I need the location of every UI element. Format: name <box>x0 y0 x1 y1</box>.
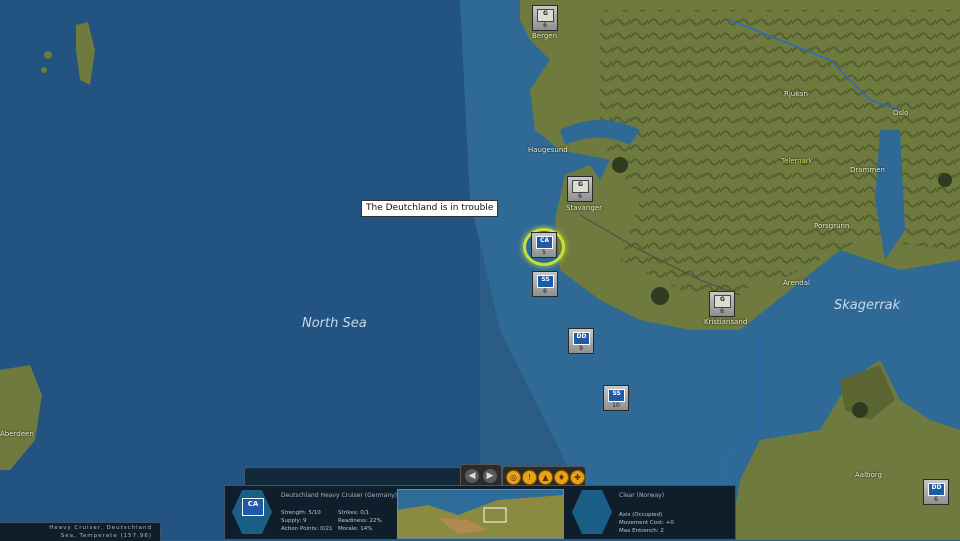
city-label: Bergen <box>532 32 558 40</box>
message-bar <box>244 467 462 486</box>
unit-strength: 10 <box>612 402 620 409</box>
unit-type-label: SS <box>537 275 554 288</box>
unit-strength: 6 <box>578 193 582 200</box>
hover-status-box: Heavy Cruiser, Deutschland Sea, Temperat… <box>0 522 161 541</box>
unit-counter-submarine[interactable]: SS 10 <box>603 385 629 411</box>
add-icon[interactable]: ✚ <box>570 470 585 485</box>
unit-counter-garrison[interactable]: G 6 <box>532 5 558 31</box>
unit-counter-garrison[interactable]: G 6 <box>567 176 593 202</box>
city-label: Aberdeen <box>0 430 34 438</box>
city-label: Drammen <box>850 166 885 174</box>
move-icon[interactable]: ▲ <box>538 470 553 485</box>
target-icon[interactable]: ◎ <box>506 470 521 485</box>
unit-counter-garrison[interactable]: G 6 <box>709 291 735 317</box>
unit-action-points-text: Action Points: 0/21 <box>281 526 333 532</box>
selected-unit-icon: CA <box>242 498 264 516</box>
unit-supply-text: Supply: 9 <box>281 518 307 524</box>
unit-strength: 6 <box>720 308 724 315</box>
upgrade-icon[interactable]: ♦ <box>554 470 569 485</box>
city-label: Aalborg <box>855 471 882 479</box>
unit-readiness-text: Readiness: 22% <box>338 518 382 524</box>
terrain-entrench-text: Max Entrench: 2 <box>619 528 664 534</box>
terrain-movement-text: Movement Cost: +0 <box>619 520 674 526</box>
supply-icon[interactable]: ! <box>522 470 537 485</box>
city-label: Haugesund <box>528 146 568 154</box>
city-label: Stavanger <box>566 204 602 212</box>
unit-counter-heavy-cruiser[interactable]: CA 5 <box>531 232 557 258</box>
unit-counter-submarine[interactable]: SS 6 <box>532 271 558 297</box>
unit-strength-text: Strength: 5/10 <box>281 510 321 516</box>
unit-strength: 9 <box>579 345 583 352</box>
unit-morale-text: Morale: 14% <box>338 526 373 532</box>
minimap[interactable] <box>397 489 564 539</box>
unit-counter-destroyer[interactable]: DD 9 <box>568 328 594 354</box>
sea-label-north-sea: North Sea <box>302 316 367 331</box>
unit-type-label: DD <box>573 332 590 345</box>
terrain-title: Clear (Norway) <box>619 492 665 499</box>
unit-type-label: SS <box>608 389 625 402</box>
unit-strength: 6 <box>934 496 938 503</box>
city-label: Telemark <box>781 157 813 165</box>
city-label: Rjukan <box>784 90 808 98</box>
hover-hex-info: Sea, Temperate (157,96) <box>60 533 152 539</box>
unit-type-label: CA <box>536 236 553 249</box>
unit-title: Deutschland Heavy Cruiser (Germany) <box>281 492 398 499</box>
map-tooltip: The Deutchland is in trouble <box>361 200 499 217</box>
next-unit-button[interactable]: ▶ <box>483 469 497 483</box>
city-label: Porsgrunn <box>814 222 850 230</box>
terrain-owner-text: Axis (Occupied) <box>619 512 663 518</box>
unit-strength: 6 <box>543 288 547 295</box>
unit-strikes-text: Strikes: 0/1 <box>338 510 370 516</box>
unit-type-label: G <box>714 295 731 308</box>
city-label: Arendal <box>783 279 810 287</box>
unit-type-label: G <box>537 9 554 22</box>
city-label: Oslo <box>893 109 909 117</box>
sea-label-skagerrak: Skagerrak <box>834 298 901 313</box>
unit-counter-destroyer[interactable]: DD 6 <box>923 479 949 505</box>
unit-type-label: G <box>572 180 589 193</box>
unit-strength: 5 <box>542 249 546 256</box>
city-label: Kristiansand <box>704 318 748 326</box>
strategic-map[interactable] <box>0 0 960 540</box>
hover-unit-name: Heavy Cruiser, Deutschland <box>49 525 152 531</box>
unit-strength: 6 <box>543 22 547 29</box>
unit-type-label: DD <box>928 483 945 496</box>
previous-unit-button[interactable]: ◀ <box>465 469 479 483</box>
